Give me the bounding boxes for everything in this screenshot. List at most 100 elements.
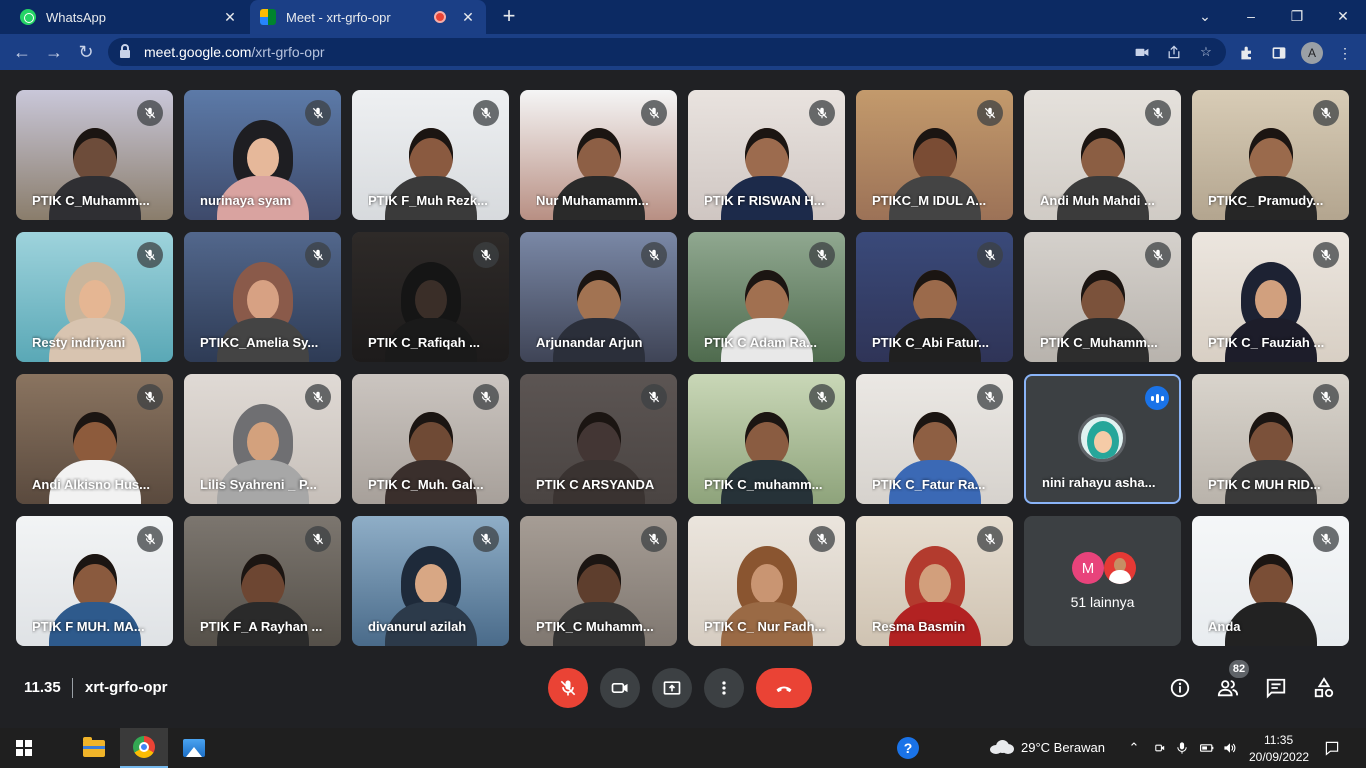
participant-tile[interactable]: nini rahayu asha... xyxy=(1024,374,1181,504)
participant-tile[interactable]: PTIKC_M IDUL A... xyxy=(856,90,1013,220)
mic-off-icon xyxy=(473,526,499,552)
participant-tile[interactable]: PTIKC_ Pramudy... xyxy=(1192,90,1349,220)
camera-icon[interactable] xyxy=(1132,42,1152,62)
participant-tile[interactable]: PTIK C Adam Ra... xyxy=(688,232,845,362)
more-options-button[interactable] xyxy=(704,668,744,708)
mic-off-icon xyxy=(641,526,667,552)
present-screen-button[interactable] xyxy=(652,668,692,708)
avatar: M xyxy=(1072,552,1104,584)
chat-icon xyxy=(1266,678,1286,699)
camera-toggle-button[interactable] xyxy=(600,668,640,708)
participant-tile[interactable]: Andi Muh Mahdi ... xyxy=(1024,90,1181,220)
chat-button[interactable] xyxy=(1262,674,1290,702)
clock-date[interactable]: 20/09/2022 xyxy=(1249,750,1309,764)
restore-button[interactable]: ❐ xyxy=(1274,0,1320,32)
chevron-up-icon[interactable]: ⌃ xyxy=(1124,738,1144,758)
participant-tile[interactable]: PTIK C ARSYANDA xyxy=(520,374,677,504)
participant-count-badge: 82 xyxy=(1229,660,1249,678)
participant-tile[interactable]: Andi Alkisno Hus... xyxy=(16,374,173,504)
photos-icon xyxy=(183,739,205,757)
close-tab-icon[interactable]: ✕ xyxy=(458,7,478,27)
participant-tile[interactable]: PTIK F_Muh Rezk... xyxy=(352,90,509,220)
participant-tile[interactable]: divanurul azilah xyxy=(352,516,509,646)
profile-avatar[interactable]: A xyxy=(1301,42,1323,64)
microphone-toggle-button[interactable] xyxy=(548,668,588,708)
side-panel-icon[interactable] xyxy=(1268,42,1290,64)
participant-tile[interactable]: PTIK C_muhamm... xyxy=(688,374,845,504)
other-participants-tile[interactable]: M 51 lainnya xyxy=(1024,516,1181,646)
participant-name: PTIKC_Amelia Sy... xyxy=(200,335,319,350)
notifications-icon[interactable] xyxy=(1322,738,1342,758)
meeting-details-button[interactable] xyxy=(1166,674,1194,702)
self-view-tile[interactable]: Anda xyxy=(1192,516,1349,646)
participant-tile[interactable]: PTIK C_ Nur Fadh... xyxy=(688,516,845,646)
participant-tile[interactable]: PTIK C_ Fauziah ... xyxy=(1192,232,1349,362)
participant-tile[interactable]: PTIK C_Muhamm... xyxy=(16,90,173,220)
participant-name: Lilis Syahreni _ P... xyxy=(200,477,317,492)
participant-tile[interactable]: nurinaya syam xyxy=(184,90,341,220)
battery-icon[interactable] xyxy=(1197,738,1217,758)
avatar xyxy=(1104,552,1136,584)
weather-text[interactable]: 29°C Berawan xyxy=(1021,740,1105,755)
url-host: meet.google.com xyxy=(144,44,252,60)
participant-tile[interactable]: Arjunandar Arjun xyxy=(520,232,677,362)
meet-indicator-icon[interactable] xyxy=(1150,738,1170,758)
participant-tile[interactable]: Nur Muhamamm... xyxy=(520,90,677,220)
leave-call-button[interactable] xyxy=(756,668,812,708)
cloud-icon xyxy=(990,740,1014,754)
activities-button[interactable] xyxy=(1310,674,1338,702)
participant-name: PTIK C MUH RID... xyxy=(1208,477,1321,492)
menu-kebab-icon[interactable]: ⋮ xyxy=(1334,42,1356,64)
participant-tile[interactable]: PTIK F_A Rayhan ... xyxy=(184,516,341,646)
participant-name: PTIK C_Muh. Gal... xyxy=(368,477,484,492)
mic-off-icon xyxy=(473,384,499,410)
people-icon xyxy=(1217,680,1239,697)
participant-tile[interactable]: Resty indriyani xyxy=(16,232,173,362)
info-icon xyxy=(1170,678,1190,698)
mic-off-icon xyxy=(1313,100,1339,126)
start-button[interactable] xyxy=(0,728,48,768)
participant-tile[interactable]: PTIK F MUH. MA... xyxy=(16,516,173,646)
participant-tile[interactable]: PTIKC_Amelia Sy... xyxy=(184,232,341,362)
participant-tile[interactable]: PTIK C MUH RID... xyxy=(1192,374,1349,504)
clock-time[interactable]: 11:35 xyxy=(1264,733,1293,747)
volume-icon[interactable] xyxy=(1220,738,1240,758)
back-icon[interactable]: ← xyxy=(8,38,36,66)
participant-tile[interactable]: Lilis Syahreni _ P... xyxy=(184,374,341,504)
participant-name: PTIK C Adam Ra... xyxy=(704,335,817,350)
close-tab-icon[interactable]: ✕ xyxy=(220,7,240,27)
chrome-taskbar-button[interactable] xyxy=(120,728,168,768)
photos-taskbar-button[interactable] xyxy=(170,728,218,768)
new-tab-button[interactable]: + xyxy=(498,5,520,28)
participant-name: PTIK C_Muhamm... xyxy=(1040,335,1158,350)
tab-whatsapp[interactable]: WhatsApp ✕ xyxy=(8,0,248,34)
tab-search-icon[interactable]: ⌄ xyxy=(1182,0,1228,32)
participant-tile[interactable]: PTIK C_Abi Fatur... xyxy=(856,232,1013,362)
browser-toolbar: ← → ↻ meet.google.com /xrt-grfo-opr ☆ A … xyxy=(0,34,1366,70)
participant-tile[interactable]: PTIK C_Muh. Gal... xyxy=(352,374,509,504)
address-bar[interactable]: meet.google.com /xrt-grfo-opr ☆ xyxy=(108,38,1226,66)
others-avatars: M xyxy=(1072,552,1136,584)
window-close-button[interactable]: ✕ xyxy=(1320,0,1366,32)
share-icon[interactable] xyxy=(1164,42,1184,62)
participant-tile[interactable]: PTIK C_Fatur Ra... xyxy=(856,374,1013,504)
reload-icon[interactable]: ↻ xyxy=(72,38,100,66)
participant-tile[interactable]: Resma Basmin xyxy=(856,516,1013,646)
bookmark-star-icon[interactable]: ☆ xyxy=(1196,42,1216,62)
participant-tile[interactable]: PTIK C_Rafiqah ... xyxy=(352,232,509,362)
participant-tile[interactable]: PTIK_C Muhamm... xyxy=(520,516,677,646)
file-explorer-button[interactable] xyxy=(70,728,118,768)
extensions-icon[interactable] xyxy=(1236,42,1258,64)
help-icon[interactable]: ? xyxy=(897,737,919,759)
people-button[interactable] xyxy=(1214,674,1242,702)
participant-name: PTIK C_Rafiqah ... xyxy=(368,335,480,350)
participant-name: Anda xyxy=(1208,619,1241,634)
lock-icon[interactable] xyxy=(120,44,130,58)
participant-tile[interactable]: PTIK F RISWAN H... xyxy=(688,90,845,220)
minimize-button[interactable]: – xyxy=(1228,0,1274,32)
forward-icon[interactable]: → xyxy=(40,38,68,66)
participant-name: PTIK C_Abi Fatur... xyxy=(872,335,990,350)
tab-meet[interactable]: Meet - xrt-grfo-opr ✕ xyxy=(250,0,486,34)
participant-tile[interactable]: PTIK C_Muhamm... xyxy=(1024,232,1181,362)
microphone-tray-icon[interactable] xyxy=(1172,738,1192,758)
